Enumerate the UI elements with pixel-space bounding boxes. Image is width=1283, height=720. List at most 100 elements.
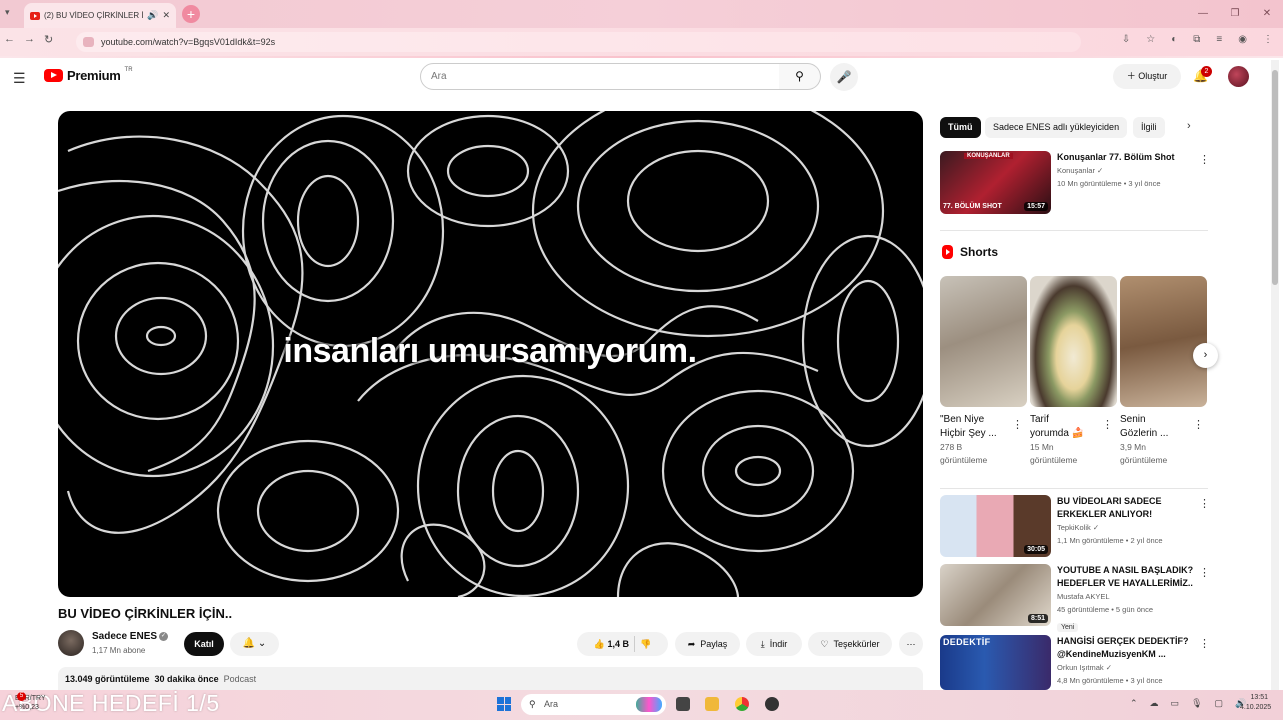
verified-icon: ✓	[1105, 663, 1113, 672]
subscriber-count: 1,17 Mn abone	[92, 646, 146, 655]
related-video-info[interactable]: Konuşanlar 77. Bölüm Shot Konuşanlar ✓ 1…	[1057, 151, 1197, 190]
chip-related[interactable]: İlgili	[1133, 117, 1165, 138]
browser-toolbar-icons: ⇩ ☆ ◐ ⧉ ≡ ◉ ⋮	[1122, 34, 1273, 45]
close-tab-icon[interactable]: ✕	[162, 10, 170, 21]
browser-tab[interactable]: (2) BU VİDEO ÇİRKİNLER İÇ 🔊 ✕	[24, 3, 176, 28]
thanks-button[interactable]: ♡ Teşekkürler	[808, 632, 892, 656]
cloud-icon[interactable]: ☁	[1150, 698, 1159, 709]
shorts-next-button[interactable]: ›	[1193, 343, 1218, 368]
video-duration: 15:57	[1024, 202, 1048, 211]
like-count: 1,4 B	[607, 639, 630, 649]
more-vert-icon[interactable]: ⋮	[1012, 418, 1023, 431]
search-input[interactable]: Ara	[420, 63, 780, 90]
download-button[interactable]: ⤓ İndir	[746, 632, 802, 656]
download-label: İndir	[769, 639, 788, 649]
app-icon[interactable]	[765, 697, 779, 711]
thumbs-up-icon: 👍	[593, 639, 605, 649]
reload-icon[interactable]: ↻	[44, 33, 53, 46]
description-box[interactable]: 13.049 görüntüleme 30 dakika önce Podcas…	[58, 667, 923, 691]
window-controls: — ❐ ✕	[1187, 0, 1283, 28]
taskbar-clock[interactable]: 13:51 4.10.2025	[1240, 693, 1272, 713]
chevron-right-icon: ›	[1203, 349, 1208, 361]
search-button[interactable]: ⚲	[779, 63, 821, 90]
speaker-icon[interactable]: 🔊	[147, 10, 158, 21]
maximize-icon[interactable]: ❐	[1219, 0, 1251, 28]
related-video-info[interactable]: YOUTUBE A NASIL BAŞLADIK? HEDEFLER VE HA…	[1057, 564, 1197, 634]
related-meta: 45 görüntüleme • 5 gün önce	[1057, 605, 1154, 614]
more-vert-icon[interactable]: ⋮	[1199, 637, 1210, 650]
category-tag[interactable]: Podcast	[224, 674, 257, 684]
short-info[interactable]: Tarif yorumda 🍰 15 Mn görüntüleme	[1030, 413, 1100, 467]
youtube-logo[interactable]: Premium TR	[44, 66, 133, 83]
profile-icon[interactable]: ◉	[1238, 34, 1247, 45]
camera-icon[interactable]: ▭	[1171, 698, 1180, 709]
notification-badge: 2	[1201, 66, 1212, 77]
short-thumbnail[interactable]	[1120, 276, 1207, 407]
tab-list-icon[interactable]: ▾	[5, 7, 10, 18]
join-button[interactable]: Katıl	[184, 632, 224, 656]
taskbar-search[interactable]: ⚲ Ara	[521, 694, 666, 715]
install-icon[interactable]: ⇩	[1122, 34, 1130, 45]
file-explorer-icon[interactable]	[705, 697, 719, 711]
back-icon[interactable]: ←	[4, 33, 15, 46]
dislike-button[interactable]: 👎	[640, 632, 651, 656]
minimize-icon[interactable]: —	[1187, 0, 1219, 28]
related-video-info[interactable]: BU VİDEOLARI SADECE ERKEKLER ANLIYOR! Te…	[1057, 495, 1197, 547]
more-vert-icon[interactable]: ⋮	[1102, 418, 1113, 431]
create-button[interactable]: ＋ Oluştur	[1113, 64, 1181, 89]
chevron-up-icon[interactable]: ⌃	[1130, 698, 1138, 709]
related-video-info[interactable]: HANGİSİ GERÇEK DEDEKTİF? @KendineMuzisye…	[1057, 635, 1197, 690]
chrome-icon[interactable]	[735, 697, 749, 711]
clock-date: 4.10.2025	[1240, 704, 1272, 711]
short-views-label: görüntüleme	[940, 455, 988, 465]
account-avatar[interactable]	[1228, 66, 1249, 87]
short-thumbnail[interactable]	[1030, 276, 1117, 407]
like-button[interactable]: 👍 1,4 B	[594, 632, 629, 656]
media-icon[interactable]: ≡	[1216, 34, 1222, 45]
site-info-icon[interactable]	[83, 37, 94, 47]
chip-uploader[interactable]: Sadece ENES adlı yükleyiciden	[985, 117, 1128, 138]
hamburger-menu-icon[interactable]: ☰	[13, 70, 26, 87]
related-thumbnail[interactable]: 8:51	[940, 564, 1051, 626]
more-vert-icon[interactable]: ⋮	[1199, 497, 1210, 510]
subscription-bell-button[interactable]: 🔔 ⌄	[230, 632, 279, 656]
new-tab-button[interactable]: +	[182, 5, 200, 23]
related-thumbnail[interactable]: DEDEKTİF	[940, 635, 1051, 690]
upload-time: 30 dakika önce	[154, 674, 219, 684]
display-icon[interactable]: ▢	[1215, 698, 1224, 709]
forward-icon[interactable]: →	[24, 33, 35, 46]
related-thumbnail[interactable]: 30:05	[940, 495, 1051, 557]
scrollbar-thumb[interactable]	[1272, 70, 1278, 285]
like-dislike-group: 👍 1,4 B 👎	[577, 632, 668, 656]
channel-name[interactable]: Sadece ENES	[92, 631, 157, 642]
close-window-icon[interactable]: ✕	[1251, 0, 1283, 28]
like-divider	[634, 636, 636, 652]
chevron-right-icon[interactable]: ›	[1187, 120, 1191, 132]
related-meta: 1,1 Mn görüntüleme • 2 yıl önce	[1057, 536, 1163, 545]
channel-avatar[interactable]	[58, 630, 84, 656]
search-icon: ⚲	[795, 69, 804, 83]
chip-all[interactable]: Tümü	[940, 117, 981, 138]
related-channel: Konuşanlar ✓	[1057, 166, 1104, 175]
voice-search-button[interactable]: 🎤	[830, 63, 858, 91]
url-field[interactable]: youtube.com/watch?v=BgqsV01dIdk&t=92s	[76, 32, 1081, 52]
task-view-icon[interactable]	[676, 697, 690, 711]
browser-menu-icon[interactable]: ⋮	[1263, 34, 1273, 45]
bookmark-star-icon[interactable]: ☆	[1146, 34, 1155, 45]
more-vert-icon[interactable]: ⋮	[1199, 153, 1210, 166]
related-thumbnail[interactable]: KONUŞANLAR 77. BÖLÜM SHOT 15:57	[940, 151, 1051, 214]
region-code: TR	[124, 66, 133, 73]
more-vert-icon[interactable]: ⋮	[1193, 418, 1204, 431]
more-vert-icon[interactable]: ⋮	[1199, 566, 1210, 579]
short-thumbnail[interactable]	[940, 276, 1027, 407]
short-info[interactable]: "Ben Niye Hiçbir Şey ... 278 B görüntüle…	[940, 413, 1010, 467]
more-icon: ⋯	[906, 639, 916, 649]
puzzle-icon[interactable]: ⧉	[1193, 34, 1200, 45]
short-info[interactable]: Senin Gözlerin ... 3,9 Mn görüntüleme	[1120, 413, 1190, 467]
mic-tray-icon[interactable]: 🎙	[1191, 698, 1202, 709]
chevron-down-icon: ⌄	[257, 638, 267, 649]
extension-icon[interactable]: ◐	[1171, 34, 1177, 45]
share-button[interactable]: ➦ Paylaş	[675, 632, 740, 656]
windows-start-icon[interactable]	[497, 697, 511, 711]
more-actions-button[interactable]: ⋯	[899, 632, 923, 656]
